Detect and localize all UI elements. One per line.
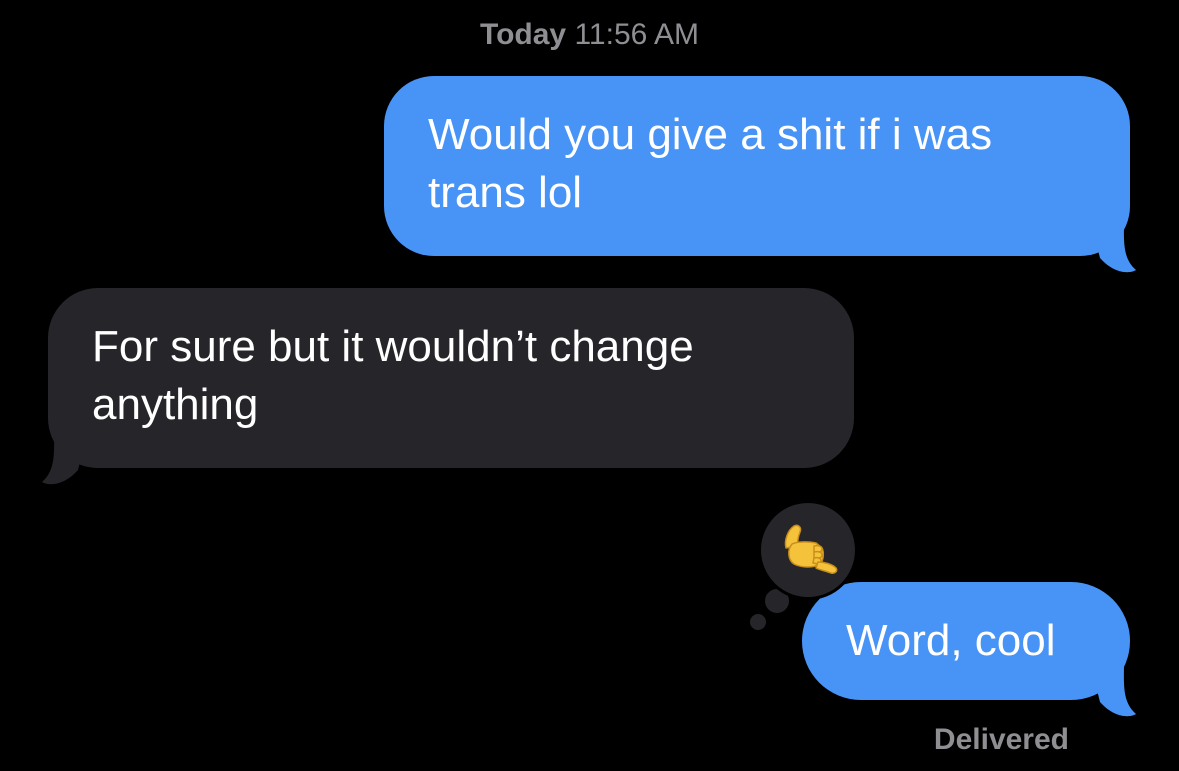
message-line: anything [92,380,259,429]
incoming-message-bubble[interactable]: For sure but it wouldn’t change anything [42,288,854,485]
message-line: trans lol [428,168,583,217]
reaction-bubble-dot [750,614,766,630]
bubble-tail-left [42,430,88,485]
bubble-tail-right [1090,218,1136,273]
call-me-hand-icon [784,524,838,574]
delivery-status: Delivered [933,723,1069,756]
timestamp-day: Today [480,18,567,51]
outgoing-message-bubble[interactable]: Word, cool [802,582,1136,717]
tapback-reaction[interactable] [758,500,858,600]
message-line: Word, cool [846,616,1056,665]
message-line: For sure but it wouldn’t change [92,322,694,371]
bubble-tail-right [1090,662,1136,717]
conversation-timestamp: Today 11:56 AM [0,16,1179,54]
timestamp-time: 11:56 AM [574,18,699,51]
message-line: Would you give a shit if i was [428,110,993,159]
outgoing-message-bubble[interactable]: Would you give a shit if i was trans lol [384,76,1136,273]
